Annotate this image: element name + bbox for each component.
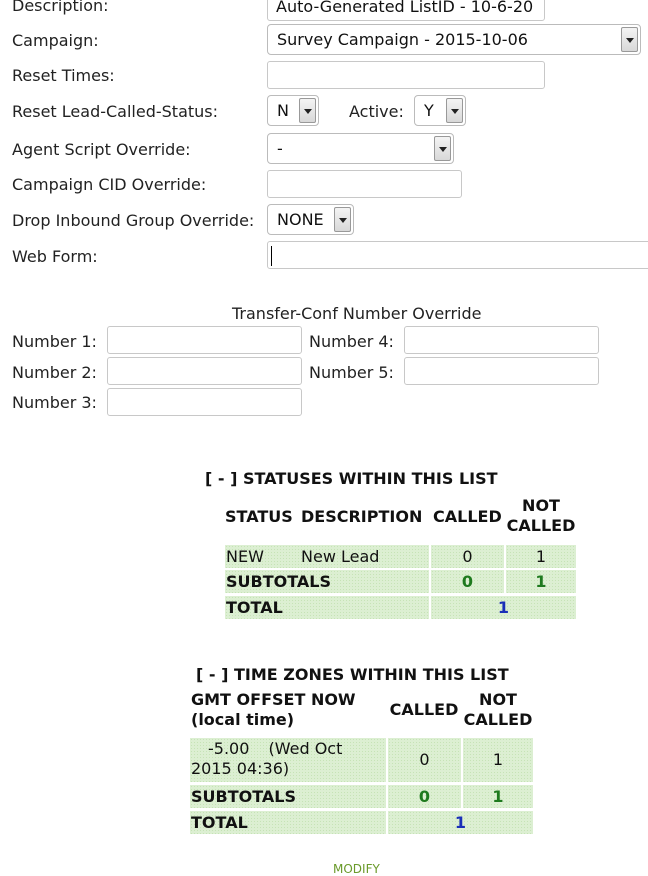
drop-inbound-group-override-select[interactable]: NONE xyxy=(267,204,354,235)
transfer-conf-title: Transfer-Conf Number Override xyxy=(232,304,482,323)
statuses-total-value: 1 xyxy=(431,596,576,619)
campaign-cid-override-input[interactable] xyxy=(267,170,462,198)
called-column-header: CALLED xyxy=(433,507,502,526)
number-3-label: Number 3: xyxy=(12,393,97,412)
tz-not-called-column-header: NOT CALLED xyxy=(463,690,533,729)
number-3-input[interactable] xyxy=(107,388,302,416)
statuses-section-title[interactable]: [ - ] STATUSES WITHIN THIS LIST xyxy=(205,469,498,488)
web-form-input[interactable] xyxy=(267,241,648,269)
number-2-label: Number 2: xyxy=(12,363,97,382)
chevron-down-icon[interactable] xyxy=(434,136,451,161)
statuses-total-label: TOTAL xyxy=(225,596,429,619)
number-5-label: Number 5: xyxy=(309,363,394,382)
chevron-down-icon[interactable] xyxy=(299,98,316,123)
number-1-input[interactable] xyxy=(107,326,302,354)
text-cursor xyxy=(271,246,272,266)
chevron-down-icon[interactable] xyxy=(621,27,638,52)
timezones-total-label: TOTAL xyxy=(190,811,386,834)
drop-inbound-group-override-label: Drop Inbound Group Override: xyxy=(12,211,255,230)
timezones-subtotals-label: SUBTOTALS xyxy=(190,785,386,808)
gmt-offset-column-header: GMT OFFSET NOW (local time) xyxy=(191,690,356,729)
reset-lead-called-status-label: Reset Lead-Called-Status: xyxy=(12,102,219,121)
reset-times-label: Reset Times: xyxy=(12,66,115,85)
status-column-header: STATUS xyxy=(225,507,293,526)
drop-inbound-group-override-value: NONE xyxy=(277,210,324,229)
statuses-subtotal-called: 0 xyxy=(431,570,504,593)
tz-called-column-header: CALLED xyxy=(389,700,459,719)
statuses-subtotal-not-called: 1 xyxy=(506,570,576,593)
chevron-down-icon[interactable] xyxy=(446,98,463,123)
web-form-label: Web Form: xyxy=(12,247,98,266)
description-label: Description: xyxy=(12,0,109,15)
timezones-subtotal-not-called: 1 xyxy=(463,785,533,808)
called-cell: 0 xyxy=(431,545,504,568)
timezone-offset: -5.00 xyxy=(208,739,250,758)
number-4-input[interactable] xyxy=(404,326,599,354)
number-1-label: Number 1: xyxy=(12,332,97,351)
number-2-input[interactable] xyxy=(107,357,302,385)
description-column-header: DESCRIPTION xyxy=(301,507,423,526)
timezones-subtotal-called: 0 xyxy=(388,785,461,808)
timezones-total-value: 1 xyxy=(388,811,533,834)
not-called-cell: 1 xyxy=(506,545,576,568)
status-cell: NEW xyxy=(225,545,297,568)
campaign-select[interactable]: Survey Campaign - 2015-10-06 xyxy=(267,24,641,55)
agent-script-override-value: - xyxy=(277,139,283,158)
timezones-section-title[interactable]: [ - ] TIME ZONES WITHIN THIS LIST xyxy=(196,665,509,684)
description-input[interactable]: Auto-Generated ListID - 10-6-20 xyxy=(267,0,545,21)
agent-script-override-select[interactable]: - xyxy=(267,133,454,164)
description-cell: New Lead xyxy=(297,545,429,568)
active-select[interactable]: Y xyxy=(414,95,466,126)
tz-called-cell: 0 xyxy=(388,738,461,782)
campaign-cid-override-label: Campaign CID Override: xyxy=(12,175,207,194)
active-label: Active: xyxy=(349,102,404,121)
chevron-down-icon[interactable] xyxy=(334,207,351,232)
campaign-select-value: Survey Campaign - 2015-10-06 xyxy=(277,30,528,49)
agent-script-override-label: Agent Script Override: xyxy=(12,140,191,159)
campaign-label: Campaign: xyxy=(12,31,99,50)
reset-times-input[interactable] xyxy=(267,61,545,89)
modify-link[interactable]: MODIFY xyxy=(333,862,380,876)
not-called-column-header: NOT CALLED xyxy=(506,496,576,535)
timezone-offset-cell: -5.00 (Wed Oct 2015 04:36) xyxy=(190,738,386,782)
number-4-label: Number 4: xyxy=(309,332,394,351)
reset-lead-called-status-value: N xyxy=(277,101,289,120)
statuses-subtotals-label: SUBTOTALS xyxy=(225,570,429,593)
reset-lead-called-status-select[interactable]: N xyxy=(267,95,319,126)
active-value: Y xyxy=(424,101,434,120)
tz-not-called-cell: 1 xyxy=(463,738,533,782)
number-5-input[interactable] xyxy=(404,357,599,385)
